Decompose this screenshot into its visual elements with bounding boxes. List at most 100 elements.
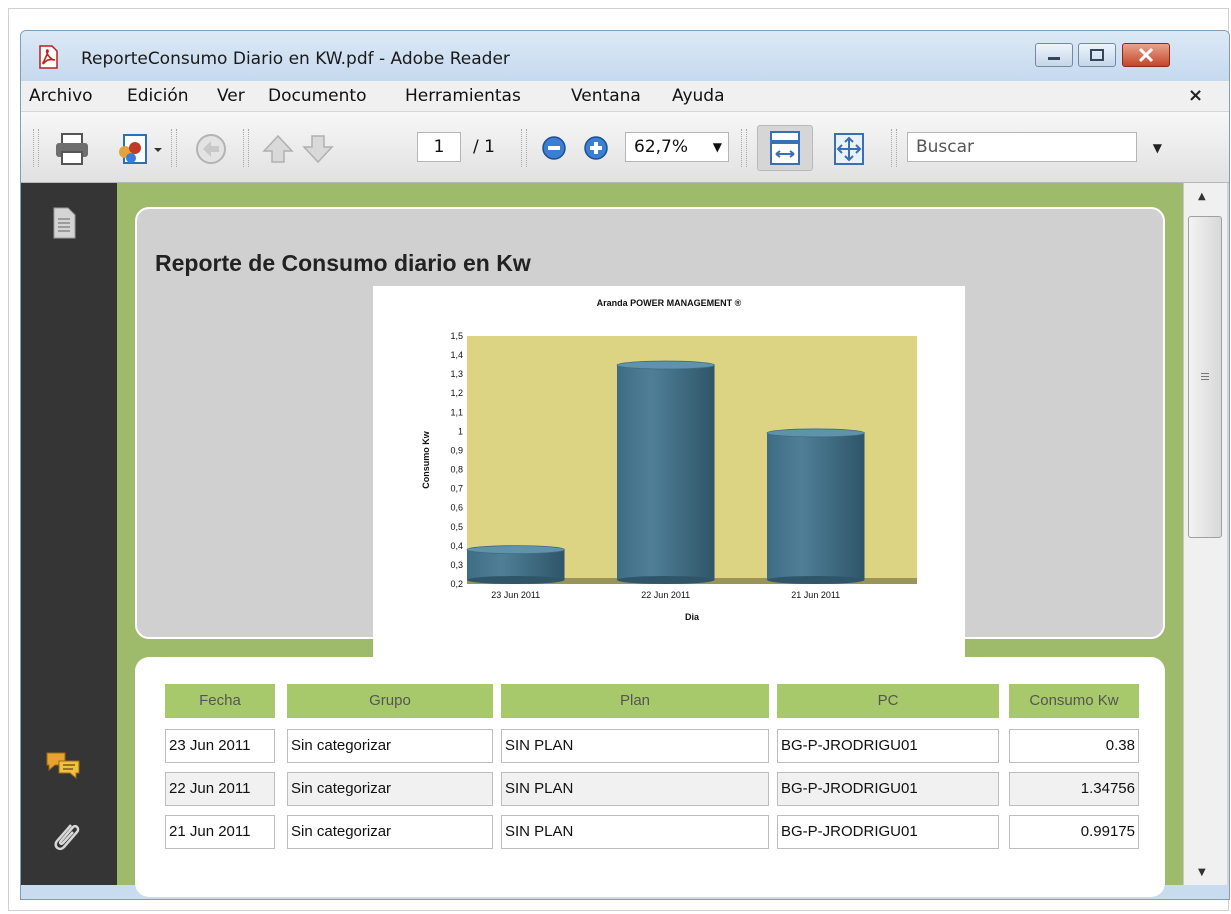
menu-ventana[interactable]: Ventana — [571, 86, 641, 106]
x-tick-label: 23 Jun 2011 — [491, 590, 540, 600]
table-header-cell: Grupo — [287, 684, 493, 718]
vertical-scrollbar[interactable]: ▲ ▼ — [1183, 183, 1227, 885]
close-window-button[interactable] — [1122, 43, 1170, 67]
share-icon[interactable] — [191, 131, 231, 167]
y-tick-label: 0,8 — [450, 465, 463, 475]
menu-edicion[interactable]: Edición — [127, 86, 189, 106]
report-title: Reporte de Consumo diario en Kw — [155, 250, 531, 276]
page-number-input[interactable]: 1 — [417, 132, 461, 162]
menu-archivo[interactable]: Archivo — [29, 86, 93, 106]
chevron-down-icon: ▼ — [712, 140, 722, 154]
bar-base — [467, 576, 565, 584]
page-total-label: / 1 — [473, 137, 495, 157]
scroll-thumb[interactable] — [1188, 216, 1222, 538]
table-cell: BG-P-JRODRIGU01 — [777, 772, 999, 806]
zoom-in-icon[interactable] — [583, 135, 609, 161]
bar — [467, 549, 565, 580]
table-cell: Sin categorizar — [287, 815, 493, 849]
next-page-icon[interactable] — [301, 133, 335, 165]
chart-svg: Aranda POWER MANAGEMENT ® 0,2 0,3 0,4 0,5 0,6… — [421, 298, 917, 622]
bar — [767, 432, 865, 580]
scroll-down-icon[interactable]: ▼ — [1198, 867, 1206, 878]
table-header-cell: Plan — [501, 684, 769, 718]
grip-icon — [1201, 373, 1209, 374]
fit-width-button[interactable] — [757, 125, 813, 171]
pages-icon[interactable] — [51, 207, 77, 239]
table-cell: BG-P-JRODRIGU01 — [777, 815, 999, 849]
chart-container: Aranda POWER MANAGEMENT ® 0,2 0,3 0,4 0,5 0,6… — [373, 286, 965, 661]
previous-page-icon[interactable] — [261, 133, 295, 165]
y-tick-label: 1 — [458, 426, 463, 436]
attachment-icon[interactable] — [47, 817, 83, 857]
bar-base — [767, 576, 865, 584]
y-axis-label: Consumo Kw — [421, 430, 431, 488]
search-dropdown-icon[interactable]: ▼ — [1153, 134, 1162, 162]
y-tick-label: 1,1 — [450, 407, 463, 417]
comments-icon[interactable] — [45, 749, 81, 781]
print-icon[interactable] — [53, 132, 93, 166]
scroll-up-icon[interactable]: ▲ — [1198, 191, 1206, 202]
table-cell: 23 Jun 2011 — [165, 729, 275, 763]
close-icon — [1138, 47, 1154, 63]
collaborate-icon[interactable] — [111, 132, 163, 166]
bar — [617, 365, 715, 580]
toolbar-separator — [741, 129, 747, 167]
minimize-button[interactable] — [1035, 43, 1073, 67]
y-tick-label: 1,4 — [450, 350, 463, 360]
table-cell: BG-P-JRODRIGU01 — [777, 729, 999, 763]
table-cell: Sin categorizar — [287, 729, 493, 763]
y-tick-label: 0,5 — [450, 522, 463, 532]
y-tick-label: 0,4 — [450, 541, 463, 551]
menu-documento[interactable]: Documento — [268, 86, 366, 106]
search-placeholder: Buscar — [916, 137, 975, 157]
table-cell: Sin categorizar — [287, 772, 493, 806]
table-header-cell: PC — [777, 684, 999, 718]
table-cell: 0.99175 — [1009, 815, 1139, 849]
table-header-cell: Fecha — [165, 684, 275, 718]
toolbar-grip — [33, 129, 39, 167]
minimize-icon — [1048, 57, 1060, 60]
toolbar-separator — [171, 129, 177, 167]
y-tick-label: 0,6 — [450, 503, 463, 513]
bar-base — [617, 576, 715, 584]
app-window: ReporteConsumo Diario en KW.pdf - Adobe … — [20, 30, 1230, 900]
search-input[interactable]: Buscar ▼ — [907, 132, 1162, 162]
bar-top — [466, 545, 565, 555]
table-cell: 1.34756 — [1009, 772, 1139, 806]
toolbar-separator — [891, 129, 897, 167]
table-header-cell: Consumo Kw — [1009, 684, 1139, 718]
pdf-file-icon — [39, 45, 58, 69]
menu-ayuda[interactable]: Ayuda — [672, 86, 725, 106]
y-tick-label: 0,9 — [450, 445, 463, 455]
zoom-level-select[interactable]: 62,7% ▼ — [625, 132, 729, 162]
x-tick-label: 21 Jun 2011 — [791, 590, 840, 600]
y-tick-label: 1,3 — [450, 369, 463, 379]
x-tick-label: 22 Jun 2011 — [641, 590, 690, 600]
x-axis-label: Dia — [685, 612, 700, 622]
table-cell: SIN PLAN — [501, 729, 769, 763]
menu-ver[interactable]: Ver — [217, 86, 245, 106]
menu-herramientas[interactable]: Herramientas — [405, 86, 521, 106]
zoom-level-value: 62,7% — [634, 137, 689, 157]
table-cell: 0.38 — [1009, 729, 1139, 763]
y-tick-label: 0,2 — [450, 579, 463, 589]
y-tick-label: 1,5 — [450, 331, 463, 341]
table-cell: SIN PLAN — [501, 772, 769, 806]
chart-title: Aranda POWER MANAGEMENT ® — [597, 298, 742, 308]
bar-top — [766, 428, 865, 438]
y-tick-label: 1,2 — [450, 388, 463, 398]
bar-top — [616, 360, 715, 370]
fit-page-icon[interactable] — [829, 131, 869, 167]
y-tick-label: 0,3 — [450, 560, 463, 570]
table-cell: 22 Jun 2011 — [165, 772, 275, 806]
table-cell: 21 Jun 2011 — [165, 815, 275, 849]
toolbar-separator — [243, 129, 249, 167]
maximize-button[interactable] — [1078, 43, 1116, 67]
close-document-button[interactable]: × — [1188, 85, 1203, 106]
zoom-out-icon[interactable] — [541, 135, 567, 161]
toolbar-separator — [521, 129, 527, 167]
y-tick-label: 0,7 — [450, 484, 463, 494]
window-title: ReporteConsumo Diario en KW.pdf - Adobe … — [81, 49, 510, 69]
fit-width-icon — [770, 131, 800, 165]
maximize-icon — [1090, 49, 1104, 61]
